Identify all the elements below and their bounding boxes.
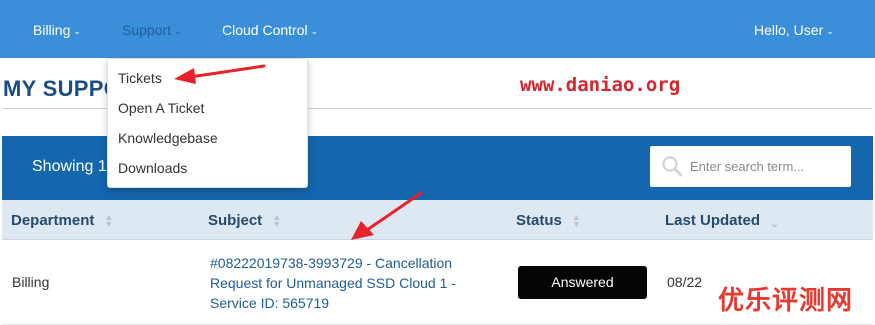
menu-item-open-ticket[interactable]: Open A Ticket — [118, 100, 204, 116]
corner-watermark: 优乐评测网 — [718, 286, 854, 316]
table-header: Department ▲ ▼ Subject ▲ ▼ Status ▲ ▼ Last Upd… — [2, 200, 873, 240]
menu-item-downloads[interactable]: Downloads — [118, 160, 187, 176]
column-header-label: Subject — [208, 212, 263, 229]
page-title: MY SUPPO — [3, 76, 113, 101]
column-header-last-updated[interactable]: Last Updated ⌄ — [665, 212, 780, 230]
column-header-status[interactable]: Status ▲ ▼ — [516, 212, 581, 229]
menu-item-tickets[interactable]: Tickets — [118, 70, 162, 86]
nav-support-label: Support — [122, 22, 172, 38]
sort-icon: ▲ ▼ — [104, 212, 114, 229]
column-header-label: Status — [516, 212, 562, 229]
sort-desc-icon: ⌄ — [770, 218, 780, 230]
nav-support[interactable]: Support ⌄ — [122, 22, 182, 38]
search-box[interactable] — [650, 146, 851, 187]
chevron-down-icon: ⌄ — [310, 26, 319, 36]
column-header-subject[interactable]: Subject ▲ ▼ — [208, 212, 281, 229]
chevron-down-icon: ⌄ — [73, 26, 81, 36]
column-header-department[interactable]: Department ▲ ▼ — [11, 212, 113, 229]
cell-last-updated: 08/22 — [667, 274, 703, 290]
chevron-down-icon: ⌄ — [174, 26, 182, 36]
nav-user-menu[interactable]: Hello, User ⌄ — [754, 22, 834, 38]
search-icon — [662, 156, 683, 177]
nav-cloud-control[interactable]: Cloud Control ⌄ — [222, 22, 318, 38]
top-navbar: Billing ⌄ Support ⌄ Cloud Control ⌄ Hello, … — [0, 0, 875, 58]
support-dropdown-menu: Tickets Open A Ticket Knowledgebase Down… — [107, 58, 308, 188]
ticket-subject-link[interactable]: #08222019738-3993729 - Cancellation Requ… — [210, 253, 480, 313]
nav-cloud-control-label: Cloud Control — [222, 22, 308, 38]
sort-icon: ▲ ▼ — [272, 212, 282, 229]
search-input[interactable] — [690, 154, 845, 178]
column-header-label: Department — [11, 212, 95, 229]
status-badge: Answered — [518, 266, 647, 299]
nav-user-label: Hello, User — [754, 22, 824, 38]
showing-count: Showing 1 — [32, 158, 107, 175]
nav-billing[interactable]: Billing ⌄ — [33, 22, 81, 38]
nav-billing-label: Billing — [33, 22, 71, 38]
cell-department: Billing — [12, 274, 50, 290]
sort-icon: ▲ ▼ — [571, 212, 581, 229]
menu-item-knowledgebase[interactable]: Knowledgebase — [118, 130, 218, 146]
column-header-label: Last Updated — [665, 212, 761, 229]
watermark-text: www.daniao.org — [520, 74, 681, 96]
chevron-down-icon: ⌄ — [826, 26, 834, 36]
